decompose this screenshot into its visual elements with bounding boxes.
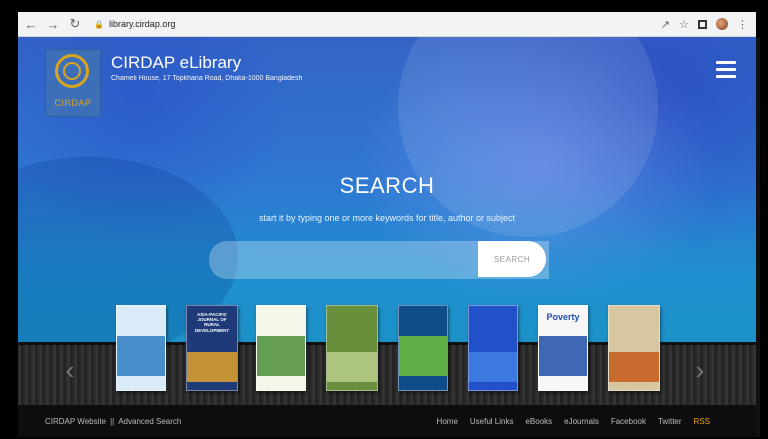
site-title[interactable]: CIRDAP eLibrary xyxy=(111,53,302,73)
book-cover-art xyxy=(327,352,377,382)
search-heading: SEARCH xyxy=(339,173,435,198)
page: CIRDAP CIRDAP eLibrary Chameli House, 17… xyxy=(18,37,756,437)
profile-avatar[interactable] xyxy=(716,18,728,30)
book-cover[interactable] xyxy=(326,305,378,391)
book-cover[interactable] xyxy=(256,305,306,391)
book-cover[interactable] xyxy=(468,305,518,391)
scrollbar[interactable] xyxy=(756,37,760,437)
site-address: Chameli House, 17 Topkhana Road, Dhaka-1… xyxy=(111,75,303,82)
book-cover[interactable] xyxy=(116,305,166,391)
kebab-menu-icon[interactable]: ⋮ xyxy=(737,18,748,31)
footer-separator: || xyxy=(110,416,115,426)
footer-link-rss[interactable]: RSS xyxy=(694,417,710,426)
lock-icon: 🔒 xyxy=(94,19,104,29)
url-text: library.cirdap.org xyxy=(108,19,176,29)
hamburger-icon[interactable] xyxy=(716,61,736,78)
book-cover-art xyxy=(399,336,447,376)
book-cover-art xyxy=(117,336,165,376)
book-cover-art xyxy=(609,352,659,382)
footer-link-cirdap-website[interactable]: CIRDAP Website xyxy=(45,417,106,426)
book-cover-art xyxy=(539,336,587,376)
footer-link-twitter[interactable]: Twitter xyxy=(658,417,682,426)
logo-inner-ring xyxy=(63,62,81,80)
footer-link-ejournals[interactable]: eJournals xyxy=(564,417,599,426)
share-icon[interactable]: ↗ xyxy=(661,18,670,31)
search-subtitle: start it by typing one or more keywords … xyxy=(258,213,516,223)
browser-toolbar: ← → ↻ 🔒 library.cirdap.org ↗ ☆ ⋮ xyxy=(18,12,756,37)
footer-link-useful-links[interactable]: Useful Links xyxy=(470,417,514,426)
footer-link-home[interactable]: Home xyxy=(437,417,458,426)
site-header: CIRDAP CIRDAP eLibrary Chameli House, 17… xyxy=(45,49,302,117)
book-cover[interactable] xyxy=(608,305,660,391)
footer-link-advanced-search[interactable]: Advanced Search xyxy=(118,417,181,426)
book-cover[interactable] xyxy=(398,305,448,391)
chevron-right-icon[interactable]: › xyxy=(690,355,710,386)
book-cover-art xyxy=(187,352,237,382)
book-cover-art xyxy=(257,336,305,376)
book-cover-art xyxy=(469,352,517,382)
book-cover[interactable]: ASIA-PACIFIC JOURNAL OF RURAL DEVELOPMEN… xyxy=(186,305,238,391)
chevron-left-icon[interactable]: ‹ xyxy=(60,355,80,386)
star-icon[interactable]: ☆ xyxy=(679,18,689,31)
cirdap-logo[interactable]: CIRDAP xyxy=(45,49,101,117)
logo-text: CIRDAP xyxy=(54,98,92,108)
background-swirl xyxy=(398,37,658,237)
search-button[interactable]: SEARCH xyxy=(478,241,546,277)
arrow-right-icon[interactable]: → xyxy=(44,14,62,34)
reload-icon[interactable]: ↻ xyxy=(66,14,84,34)
book-title: Poverty xyxy=(546,312,580,322)
site-footer: CIRDAP Website || Advanced Search Home U… xyxy=(18,405,756,437)
footer-link-ebooks[interactable]: eBooks xyxy=(525,417,552,426)
footer-link-facebook[interactable]: Facebook xyxy=(611,417,646,426)
book-cover[interactable]: Poverty xyxy=(538,305,588,391)
extension-icon[interactable] xyxy=(698,19,707,29)
screen: ← → ↻ 🔒 library.cirdap.org ↗ ☆ ⋮ CIRDAP … xyxy=(0,0,768,439)
address-bar[interactable]: 🔒 library.cirdap.org xyxy=(94,19,175,29)
arrow-left-icon[interactable]: ← xyxy=(22,14,40,34)
book-title: ASIA-PACIFIC JOURNAL OF RURAL DEVELOPMEN… xyxy=(194,312,230,333)
